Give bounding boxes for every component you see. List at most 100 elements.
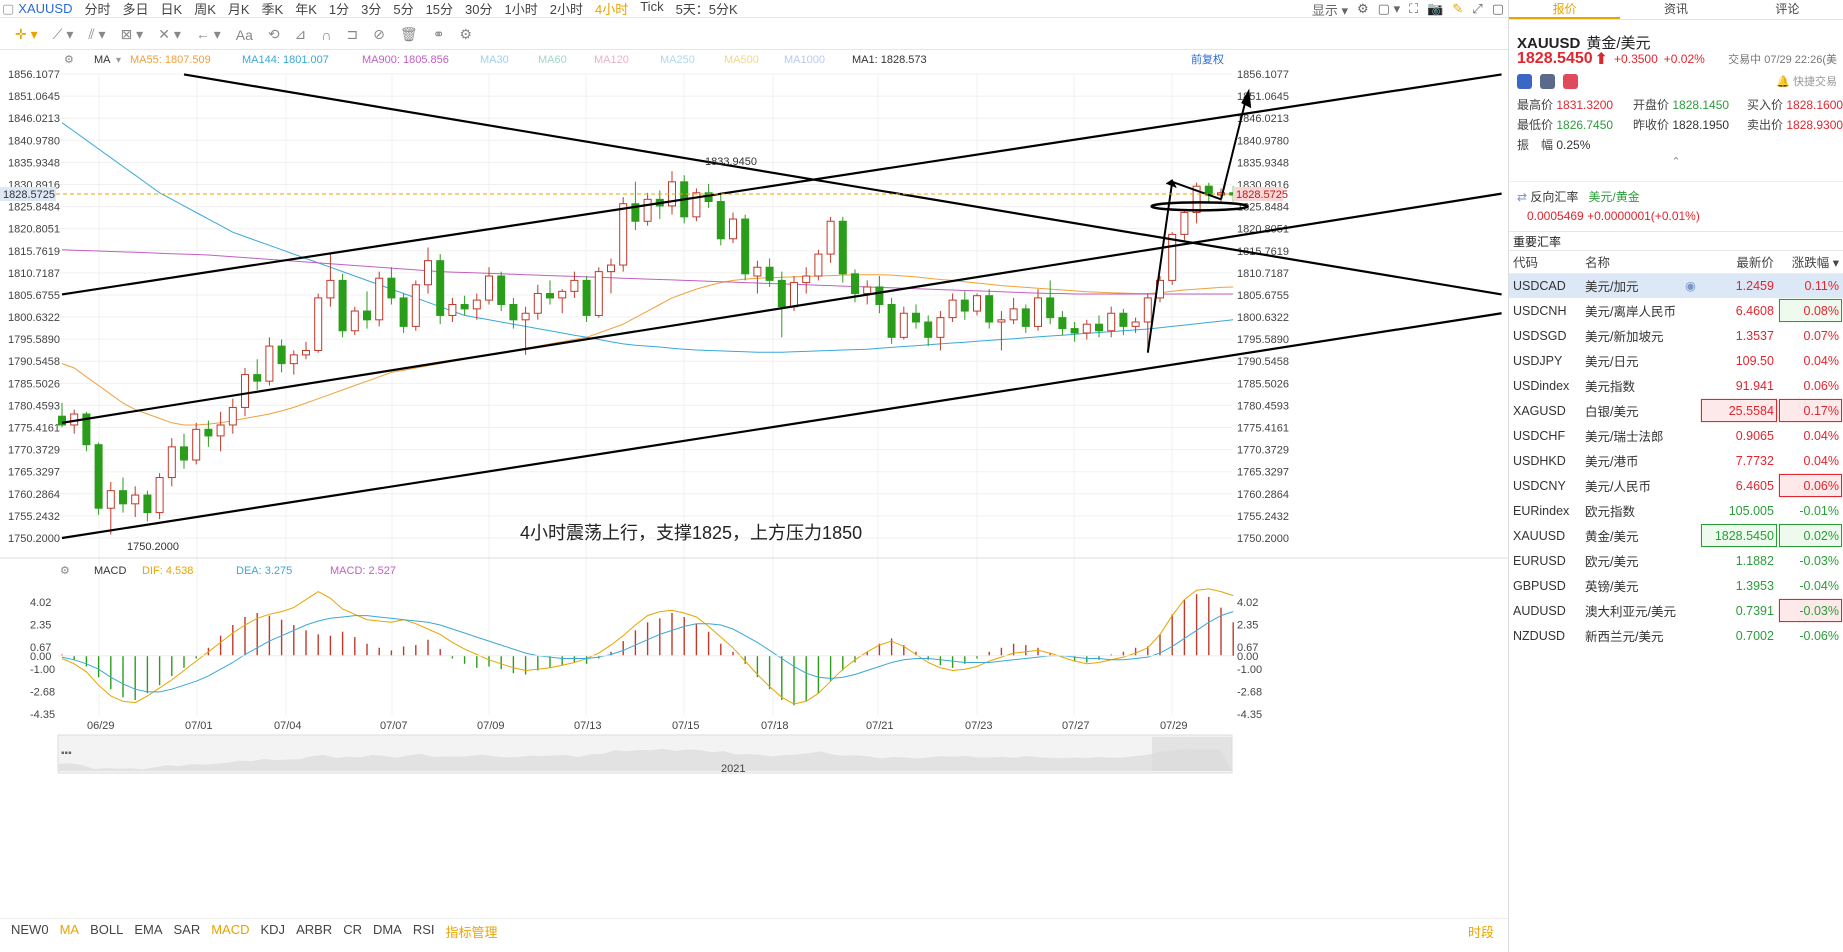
watchlist-row[interactable]: USDSGD 美元/新加坡元 1.3537 0.07%: [1509, 323, 1843, 348]
interval-1[interactable]: 多日: [123, 0, 149, 17]
empty-cell: [1681, 323, 1700, 348]
candle-body: [497, 275, 506, 305]
interval-8[interactable]: 3分: [361, 0, 381, 17]
candle-body: [643, 198, 652, 222]
watchlist-row[interactable]: USDJPY 美元/日元 109.50 0.04%: [1509, 348, 1843, 373]
column-header[interactable]: 代码: [1509, 251, 1581, 274]
indicator-cr[interactable]: CR: [343, 922, 362, 941]
watchlist-row[interactable]: USDCAD 美元/加元 ◉ 1.2459 0.11%: [1509, 273, 1843, 298]
column-header[interactable]: 最新价: [1699, 251, 1778, 274]
interval-6[interactable]: 年K: [295, 0, 317, 17]
interval-5[interactable]: 季K: [262, 0, 284, 17]
interval-13[interactable]: 2小时: [550, 0, 583, 17]
indicator-ema[interactable]: EMA: [134, 922, 162, 941]
quote-price-row: 1828.5450 ⬆ +0.3500 +0.02% 交易中 07/29 22:…: [1509, 46, 1843, 68]
ruler-icon[interactable]: ⊿: [295, 26, 307, 43]
panel-toggle-icon[interactable]: ▢: [1492, 1, 1504, 17]
delete-icon[interactable]: 🗑: [400, 26, 418, 43]
indicator-macd[interactable]: MACD: [211, 922, 249, 941]
watchlist-row[interactable]: USDCNH 美元/离岸人民币 6.4608 0.08%: [1509, 298, 1843, 323]
interval-4[interactable]: 月K: [228, 0, 250, 17]
price-tick-left: 1840.9780: [8, 135, 60, 147]
price-tick-left: 1835.9348: [8, 157, 60, 169]
indicator-dma[interactable]: DMA: [373, 922, 402, 941]
indicator-new0[interactable]: NEW0: [11, 922, 49, 941]
adjust-button[interactable]: 前复权: [1191, 52, 1224, 66]
channel-icon[interactable]: ⫽ ▾: [88, 26, 105, 43]
crosshair-icon[interactable]: ✛ ▾: [15, 26, 38, 43]
watchlist-row[interactable]: NZDUSD 新西兰元/美元 0.7002 -0.06%: [1509, 623, 1843, 648]
arrow-icon[interactable]: ← ▾: [196, 26, 221, 43]
measure-icon[interactable]: ⊠ ▾: [121, 26, 144, 43]
magnet-icon[interactable]: ∩: [321, 27, 331, 43]
interval-7[interactable]: 1分: [329, 0, 349, 17]
interval-16[interactable]: 5天：5分K: [676, 0, 738, 17]
doc-icon[interactable]: [1540, 73, 1555, 89]
heart-icon[interactable]: [1563, 73, 1578, 89]
watchlist-row[interactable]: XAUUSD 黄金/美元 1828.5450 0.02%: [1509, 523, 1843, 548]
candle-body: [582, 279, 591, 316]
interval-10[interactable]: 15分: [426, 0, 453, 17]
interval-9[interactable]: 5分: [393, 0, 413, 17]
interval-11[interactable]: 30分: [465, 0, 492, 17]
price-chart[interactable]: ⚙ MA ▾ MA55: 1807.509 MA144: 1801.007 MA90…: [0, 50, 1508, 918]
watchlist-row[interactable]: USDHKD 美元/港币 7.7732 0.04%: [1509, 448, 1843, 473]
candle-body: [899, 312, 908, 338]
camera-icon[interactable]: 📷: [1427, 1, 1443, 17]
lock-icon[interactable]: ⊐: [346, 26, 358, 43]
pattern-icon[interactable]: ✕ ▾: [158, 26, 181, 43]
interval-0[interactable]: 分时: [84, 0, 110, 17]
interval-2[interactable]: 日K: [161, 0, 183, 17]
fullscreen-icon[interactable]: ⛶: [1409, 1, 1418, 17]
session-button[interactable]: 时段: [1468, 922, 1494, 941]
pencil-line-icon[interactable]: ⟋ ▾: [53, 26, 74, 43]
interval-14[interactable]: 4小时: [595, 0, 628, 17]
display-menu[interactable]: 显示 ▾: [1312, 0, 1348, 18]
watchlist-row[interactable]: USDindex 美元指数 91.941 0.06%: [1509, 373, 1843, 398]
interval-15[interactable]: Tick: [640, 0, 663, 17]
column-header[interactable]: 涨跌幅 ▾: [1777, 251, 1843, 274]
watchlist-row[interactable]: XAGUSD 白银/美元 25.5584 0.17%: [1509, 398, 1843, 423]
indicator-指标管理[interactable]: 指标管理: [446, 922, 498, 941]
pen-icon[interactable]: ✎: [1452, 1, 1463, 17]
panel-tab-0[interactable]: 报价: [1509, 0, 1621, 19]
indicator-arbr[interactable]: ARBR: [296, 922, 332, 941]
candle-body: [1119, 312, 1128, 327]
collapse-icon[interactable]: ⌃: [1509, 155, 1843, 168]
window-icon[interactable]: ▢: [2, 1, 14, 17]
expand-icon[interactable]: ⤢: [1472, 1, 1482, 17]
watchlist-row[interactable]: EURindex 欧元指数 105.005 -0.01%: [1509, 498, 1843, 523]
watchlist-table: 代码 名称 最新价 涨跌幅 ▾ USDCAD 美元/加元 ◉ 1.2459 0.11% USDC…: [1509, 251, 1843, 648]
indicator-boll[interactable]: BOLL: [90, 922, 123, 941]
interval-3[interactable]: 周K: [194, 0, 216, 17]
indicator-sar[interactable]: SAR: [173, 922, 200, 941]
column-header[interactable]: 名称: [1581, 251, 1700, 274]
indicator-ma[interactable]: MA: [60, 922, 80, 941]
watchlist-row[interactable]: AUDUSD 澳大利亚元/美元 0.7391 -0.03%: [1509, 598, 1843, 623]
candle-body: [729, 218, 737, 240]
watchlist-row[interactable]: GBPUSD 英镑/美元 1.3953 -0.04%: [1509, 573, 1843, 598]
link-icon[interactable]: ⚭: [433, 26, 445, 43]
watchlist-row[interactable]: USDCNY 美元/人民币 6.4605 0.06%: [1509, 473, 1843, 498]
cross-pair[interactable]: 美元/黄金: [1588, 190, 1639, 204]
layout-icon[interactable]: ▢ ▾: [1378, 1, 1400, 17]
navigator-window[interactable]: [1152, 737, 1232, 771]
indicator-rsi[interactable]: RSI: [413, 922, 435, 941]
gear-icon[interactable]: ⚙: [1357, 1, 1369, 17]
interval-12[interactable]: 1小时: [505, 0, 538, 17]
watchlist-row[interactable]: USDCHF 美元/瑞士法郎 0.9065 0.04%: [1509, 423, 1843, 448]
brush-icon[interactable]: ⟲: [268, 26, 280, 43]
panel-tab-1[interactable]: 资讯: [1620, 0, 1731, 19]
panel-tab-2[interactable]: 评论: [1732, 0, 1843, 19]
watchlist-row[interactable]: EURUSD 欧元/美元 1.1882 -0.03%: [1509, 548, 1843, 573]
quick-trade-button[interactable]: 🔔 快捷交易: [1776, 73, 1837, 89]
macd-tick-left: 4.02: [30, 597, 51, 609]
text-icon[interactable]: Aa: [236, 27, 253, 43]
globe-icon[interactable]: [1517, 73, 1532, 89]
settings-icon[interactable]: ⚙: [459, 26, 472, 43]
price-tick-right: 1790.5458: [1237, 356, 1289, 368]
hide-icon[interactable]: ⊘: [373, 26, 385, 43]
price-change: +0.3500: [1614, 52, 1658, 66]
indicator-kdj[interactable]: KDJ: [261, 922, 286, 941]
symbol-label[interactable]: XAUUSD: [18, 1, 72, 16]
